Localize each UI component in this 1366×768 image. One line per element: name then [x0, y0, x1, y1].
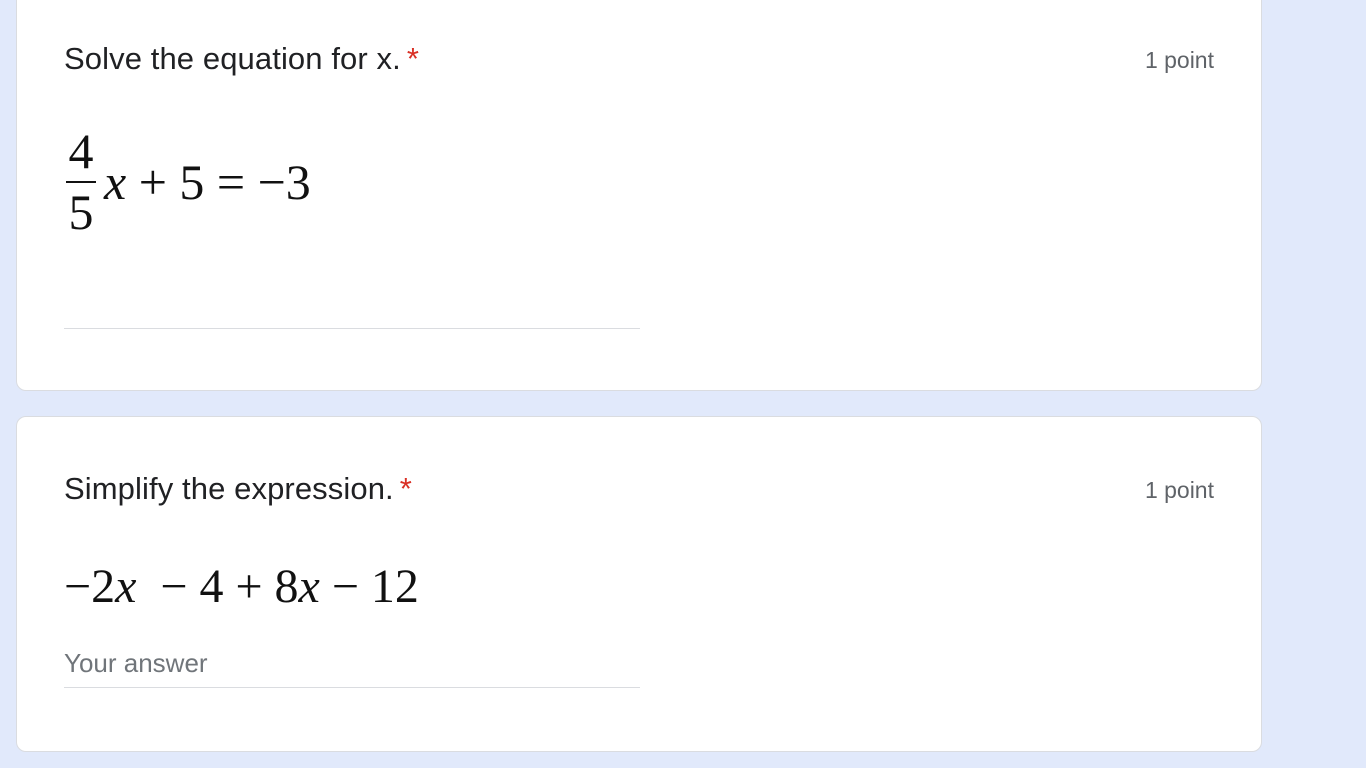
fraction-numerator: 4	[68, 123, 94, 179]
equation-variable: x	[104, 154, 127, 210]
equation-tail: + 5 = −3	[126, 154, 311, 210]
answer-input[interactable]	[64, 279, 640, 319]
expression-part: − 4 + 8	[136, 560, 299, 613]
required-asterisk: *	[399, 471, 412, 506]
fraction-denominator: 5	[68, 184, 94, 240]
equation-remainder: x + 5 = −3	[104, 152, 311, 212]
fraction-bar	[66, 181, 96, 183]
answer-input[interactable]	[64, 643, 640, 683]
expression-part: −2	[64, 560, 116, 613]
expression-variable: x	[298, 560, 320, 613]
question-title: Solve the equation for x. *	[64, 41, 419, 77]
question-points: 1 point	[1144, 477, 1214, 503]
question-points: 1 point	[1144, 47, 1214, 73]
equation-image: 4 5 x + 5 = −3	[64, 126, 384, 252]
expression-image: −2x − 4 + 8x − 12	[64, 559, 419, 615]
fraction: 4 5	[64, 126, 100, 252]
required-asterisk: *	[406, 41, 419, 76]
question-title-text: Solve the equation for x.	[64, 41, 401, 76]
expression-part: − 12	[319, 560, 419, 613]
answer-underline	[64, 328, 640, 329]
answer-underline	[64, 687, 640, 688]
expression-variable: x	[115, 560, 137, 613]
question-title-text: Simplify the expression.	[64, 471, 394, 506]
question-title: Simplify the expression. *	[64, 471, 412, 507]
question-card-simplify-expression: Simplify the expression. * 1 point −2x − …	[16, 416, 1262, 752]
question-card-solve-equation: Solve the equation for x. * 1 point 4 5 x…	[16, 0, 1262, 391]
